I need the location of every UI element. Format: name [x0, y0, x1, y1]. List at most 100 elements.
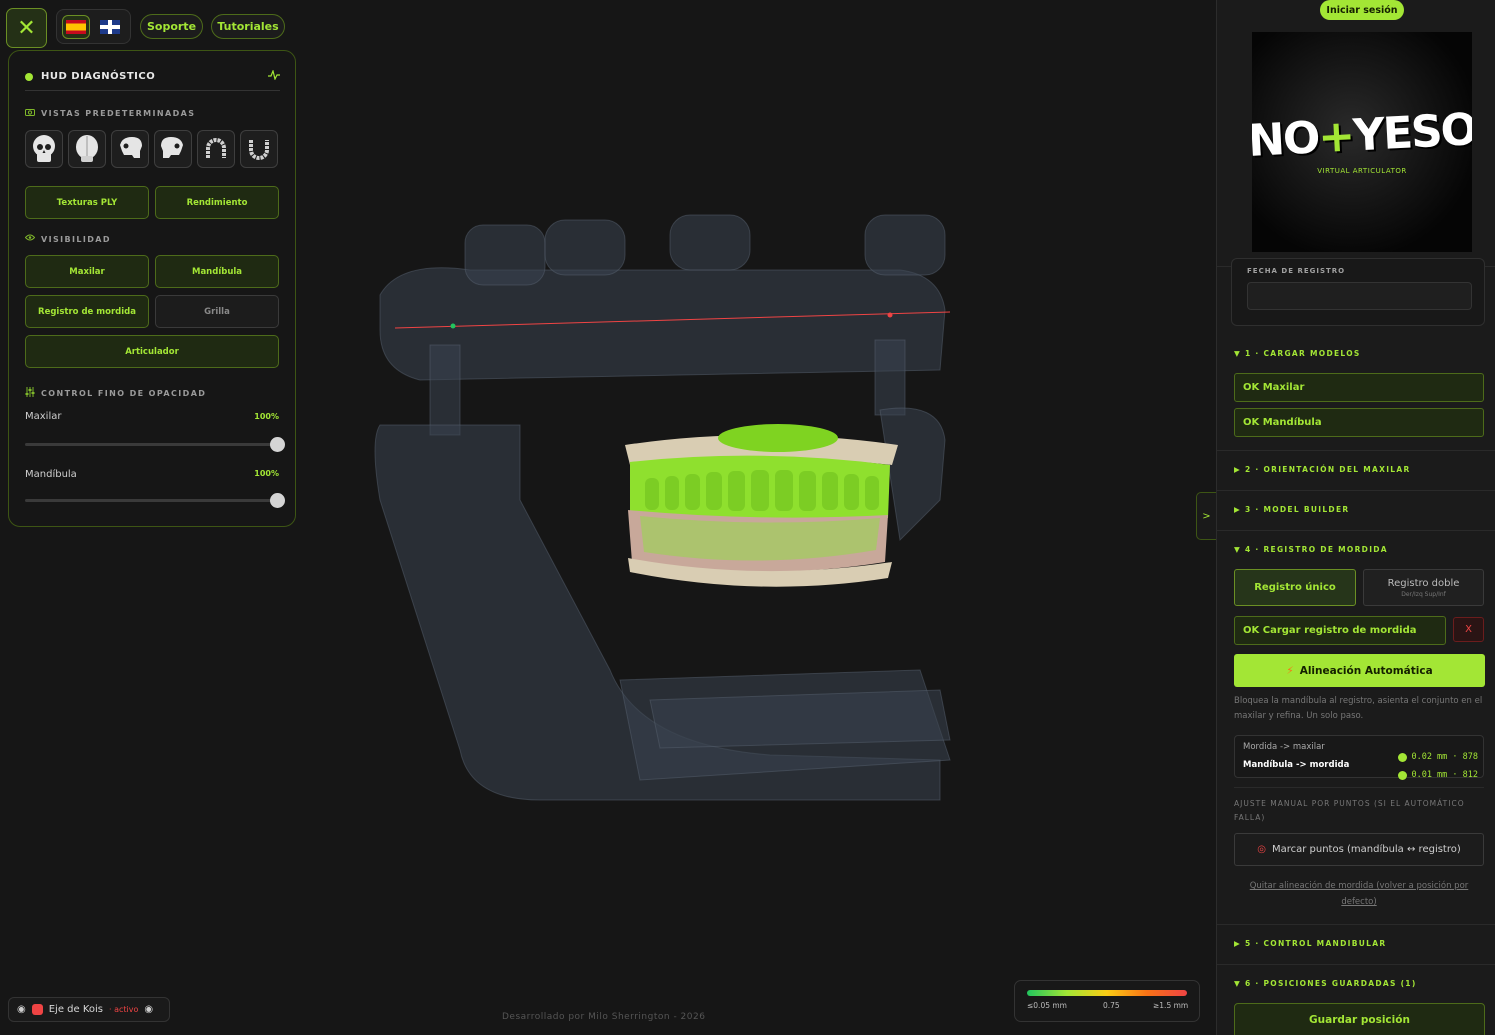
toggle-articulator-button[interactable]: Articulador: [25, 335, 279, 368]
divider: [1234, 787, 1484, 788]
single-registration-button[interactable]: Registro único: [1234, 569, 1356, 606]
opacity-mandibula-slider[interactable]: [25, 493, 285, 508]
support-button[interactable]: Soporte: [140, 14, 203, 39]
app-logo: NO+YESO VIRTUAL ARTICULATOR: [1252, 32, 1472, 252]
logo-text: NO+YESO: [1252, 103, 1472, 167]
section-saved-positions[interactable]: ▼ 6 · POSICIONES GUARDADAS (1): [1234, 979, 1417, 988]
credit-text: Desarrollado por Milo Sherrington - 2026: [502, 1012, 706, 1022]
sliders-icon: [25, 387, 35, 400]
lower-arch-icon: [249, 140, 269, 160]
mark-points-button[interactable]: ◎ Marcar puntos (mandíbula ↔ registro): [1234, 833, 1484, 866]
manual-adjust-title: AJUSTE MANUAL POR PUNTOS (SI EL AUTOMÁTI…: [1234, 799, 1465, 822]
toggle-grid-button[interactable]: Grilla: [155, 295, 279, 328]
view-right-skull-button[interactable]: [111, 130, 149, 168]
status-dot: [25, 72, 33, 81]
status-dot: [1398, 770, 1408, 780]
slider-handle[interactable]: [270, 437, 285, 452]
ok-load-bite-button[interactable]: OK Cargar registro de mordida: [1234, 616, 1446, 645]
metric-row: Mandíbula -> mordida 0.01 mm · 812: [1243, 760, 1478, 780]
undo-alignment-link[interactable]: Quitar alineación de mordida (volver a p…: [1234, 878, 1484, 910]
date-input[interactable]: [1247, 282, 1472, 310]
opacity-mandibula-label: Mandíbula: [25, 469, 77, 480]
save-position-button[interactable]: Guardar posición: [1234, 1003, 1485, 1035]
alignment-metrics: Mordida -> maxilar 0.02 mm · 878 Mandíbu…: [1234, 735, 1484, 780]
metric-row: Mordida -> maxilar 0.02 mm · 878: [1243, 742, 1478, 762]
view-upper-arch-button[interactable]: [197, 130, 235, 168]
divider: [1217, 924, 1495, 925]
skull-icon: [33, 135, 55, 162]
target-icon: ◎: [1257, 844, 1266, 855]
language-selector: [56, 9, 131, 44]
opacity-maxilar-value: 100%: [254, 412, 279, 421]
toggle-maxilar-button[interactable]: Maxilar: [25, 255, 149, 288]
skull-side-icon: [120, 137, 142, 158]
opacity-section-title: CONTROL FINO DE OPACIDAD: [25, 387, 206, 400]
close-icon: ✕: [17, 15, 36, 41]
performance-button[interactable]: Rendimiento: [155, 186, 279, 219]
double-registration-button[interactable]: Registro doble Der/Izq Sup/Inf: [1363, 569, 1484, 606]
auto-align-button[interactable]: ⚡ Alineación Automática: [1234, 654, 1485, 687]
eye-icon[interactable]: ◉: [17, 1004, 26, 1015]
view-left-skull-button[interactable]: [154, 130, 192, 168]
ok-mandibula-button[interactable]: OK Mandíbula: [1234, 408, 1484, 437]
right-panel: Iniciar sesión NO+YESO VIRTUAL ARTICULAT…: [1216, 0, 1495, 1035]
auto-align-description: Bloquea la mandíbula al registro, asient…: [1234, 696, 1483, 721]
section-mandibular-control[interactable]: ▶ 5 · CONTROL MANDIBULAR: [1234, 939, 1386, 948]
kois-label: Eje de Kois: [48, 1004, 104, 1015]
kois-color-swatch: [31, 1004, 43, 1015]
divider: [1217, 964, 1495, 965]
legend-min: ≤0.05 mm: [1027, 1001, 1067, 1010]
textures-ply-button[interactable]: Texturas PLY: [25, 186, 149, 219]
section-load-models[interactable]: ▼ 1 · CARGAR MODELOS: [1234, 349, 1361, 358]
divider: [1217, 490, 1495, 491]
opacity-maxilar-slider[interactable]: [25, 437, 285, 452]
camera-icon: [25, 108, 35, 119]
opacity-maxilar-label: Maxilar: [25, 411, 62, 422]
hud-panel: HUD DIAGNÓSTICO VISTAS PREDETERMINADAS T…: [8, 50, 296, 527]
view-front-skull-button[interactable]: [25, 130, 63, 168]
upper-arch-icon: [206, 138, 226, 158]
ok-maxilar-button[interactable]: OK Maxilar: [1234, 373, 1484, 402]
section-bite-registration[interactable]: ▼ 4 · REGISTRO DE MORDIDA: [1234, 545, 1388, 554]
tutorials-button[interactable]: Tutoriales: [211, 14, 285, 39]
remove-bite-button[interactable]: X: [1453, 617, 1484, 642]
bolt-icon: ⚡: [1286, 664, 1294, 677]
toggle-bite-registration-button[interactable]: Registro de mordida: [25, 295, 149, 328]
toggle-panel-button[interactable]: >: [1196, 492, 1217, 540]
distance-color-legend: ≤0.05 mm 0.75 ≥1.5 mm: [1014, 980, 1200, 1022]
eye-visibility-icon[interactable]: ◉: [144, 1004, 153, 1015]
opacity-mandibula-value: 100%: [254, 469, 279, 478]
divider: [1217, 450, 1495, 451]
login-button[interactable]: Iniciar sesión: [1320, 0, 1404, 20]
flag-es-icon[interactable]: [62, 14, 90, 39]
legend-max: ≥1.5 mm: [1153, 1001, 1189, 1010]
skull-side-left-icon: [161, 137, 183, 158]
views-section-title: VISTAS PREDETERMINADAS: [25, 108, 195, 119]
view-lower-arch-button[interactable]: [240, 130, 278, 168]
app-root: ✕ Soporte Tutoriales HUD DIAGNÓSTICO VIS…: [0, 0, 1495, 1035]
section-maxilar-orientation[interactable]: ▶ 2 · ORIENTACIÓN DEL MAXILAR: [1234, 465, 1411, 474]
section-model-builder[interactable]: ▶ 3 · MODEL BUILDER: [1234, 505, 1349, 514]
kois-status: · activo: [109, 1005, 139, 1014]
pulse-icon: [268, 69, 280, 83]
logo-subtitle: VIRTUAL ARTICULATOR: [1317, 166, 1407, 175]
double-registration-subtitle: Der/Izq Sup/Inf: [1401, 590, 1446, 598]
slider-handle[interactable]: [270, 493, 285, 508]
registration-date-card: FECHA DE REGISTRO: [1231, 258, 1485, 326]
preset-views: [25, 130, 278, 168]
divider: [1217, 530, 1495, 531]
legend-mid: 0.75: [1103, 1001, 1120, 1010]
view-top-skull-button[interactable]: [68, 130, 106, 168]
articulator-model: [374, 214, 951, 801]
flag-uk-icon[interactable]: [96, 15, 124, 39]
eye-icon: [24, 234, 36, 244]
kois-axis-toggle[interactable]: ◉ Eje de Kois · activo ◉: [8, 997, 170, 1022]
hud-title: HUD DIAGNÓSTICO: [41, 71, 156, 82]
skull-top-icon: [76, 135, 98, 162]
toggle-mandibula-button[interactable]: Mandíbula: [155, 255, 279, 288]
date-label: FECHA DE REGISTRO: [1247, 267, 1346, 275]
color-scale-bar: [1027, 990, 1187, 996]
close-hud-button[interactable]: ✕: [6, 8, 47, 48]
hud-header: HUD DIAGNÓSTICO: [25, 63, 280, 91]
3d-viewport[interactable]: [340, 200, 980, 820]
